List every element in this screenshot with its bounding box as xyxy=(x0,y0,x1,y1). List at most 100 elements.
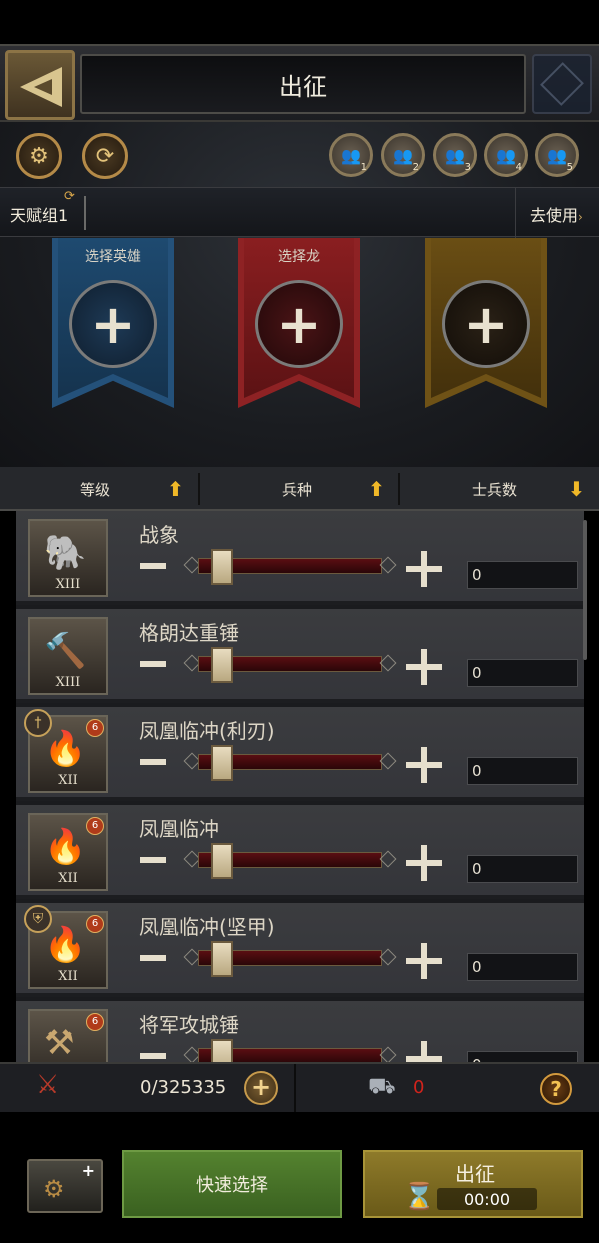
decrease-button[interactable] xyxy=(140,661,166,667)
decrease-button[interactable] xyxy=(140,1053,166,1059)
troop-portrait[interactable]: ⚒ 6 xyxy=(28,1009,108,1062)
troop-name: 凤凰临冲(利刃) xyxy=(139,719,275,743)
hero-banner[interactable]: 选择英雄 + xyxy=(52,238,174,408)
swap-button[interactable]: ⟳ xyxy=(82,133,128,179)
preset-slot-5[interactable]: 👥 5 xyxy=(535,133,579,177)
hammer-icon: 🔨 xyxy=(44,631,87,671)
troop-count-input[interactable]: 0 xyxy=(467,757,578,785)
use-talent-button[interactable]: 去使用› xyxy=(530,202,583,226)
march-label: 出征 xyxy=(455,1162,495,1186)
sort-bar: 等级 ⬆ 兵种 ⬆ 士兵数 ⬇ xyxy=(0,467,599,511)
sort-by-level[interactable]: 等级 xyxy=(80,467,110,511)
troop-portrait[interactable]: 🔥 6 XII xyxy=(28,813,108,891)
ornament-icon xyxy=(532,54,592,114)
group-icon: 👥 xyxy=(496,145,516,165)
cycle-icon[interactable]: ⟳ xyxy=(64,189,75,204)
sort-up-icon[interactable]: ⬆ xyxy=(167,477,184,501)
group-icon: 👥 xyxy=(547,145,567,165)
level-badge: 6 xyxy=(86,915,104,933)
decrease-button[interactable] xyxy=(140,857,166,863)
add-hero-icon: + xyxy=(69,280,157,368)
level-badge: 6 xyxy=(86,1013,104,1031)
talent-group-label[interactable]: 天赋组1 xyxy=(10,202,68,226)
quick-select-button[interactable]: 快速选择 xyxy=(122,1150,342,1218)
decrease-button[interactable] xyxy=(140,563,166,569)
troop-row: 🐘 XIII 战象 0 xyxy=(16,511,584,605)
troop-portrait[interactable]: 🔨 XIII xyxy=(28,617,108,695)
level-badge: 6 xyxy=(86,719,104,737)
sort-up-icon[interactable]: ⬆ xyxy=(368,477,385,501)
decrease-button[interactable] xyxy=(140,955,166,961)
refresh-icon: ⟳ xyxy=(95,143,115,169)
back-button[interactable] xyxy=(5,50,75,120)
slider-handle[interactable] xyxy=(211,941,233,977)
troop-row: ⚒ 6 将军攻城锤 0 xyxy=(16,1001,584,1062)
siege-cart-icon: ⛟ xyxy=(368,1074,396,1099)
troop-count-input[interactable]: 0 xyxy=(467,659,578,687)
dragon-banner[interactable]: 选择龙 + xyxy=(238,238,360,408)
troop-name: 凤凰临冲(坚甲) xyxy=(139,915,275,939)
increase-button[interactable] xyxy=(406,845,442,881)
siege-equipment-button[interactable]: ⚙ + xyxy=(27,1159,103,1213)
troop-row: 🔥 6 XII † 凤凰临冲(利刃) 0 xyxy=(16,707,584,801)
troop-count-input[interactable]: 0 xyxy=(467,1051,578,1062)
siege-cart-icon: ⚙ xyxy=(43,1175,65,1203)
preset-slot-3[interactable]: 👥 3 xyxy=(433,133,477,177)
divider xyxy=(515,188,516,238)
add-capacity-button[interactable]: + xyxy=(244,1071,278,1105)
troop-name: 将军攻城锤 xyxy=(139,1013,239,1037)
battering-ram-icon: ⚒ xyxy=(44,1023,75,1062)
slider-handle[interactable] xyxy=(211,549,233,585)
sort-by-count[interactable]: 士兵数 xyxy=(472,467,517,511)
plus-icon: + xyxy=(81,1161,95,1180)
troop-list[interactable]: 🐘 XIII 战象 0 🔨 XIII 格朗达重锤 0 🔥 6 XII † 凤凰临… xyxy=(16,511,584,1062)
phoenix-icon: 🔥 xyxy=(44,729,87,769)
level-badge: 6 xyxy=(86,817,104,835)
preset-slot-1[interactable]: 👥 1 xyxy=(329,133,373,177)
troop-count-input[interactable]: 0 xyxy=(467,855,578,883)
preset-slot-2[interactable]: 👥 2 xyxy=(381,133,425,177)
increase-button[interactable] xyxy=(406,1041,442,1062)
war-elephant-icon: 🐘 xyxy=(44,533,87,573)
phoenix-icon: 🔥 xyxy=(44,827,87,867)
shield-icon: ⛨ xyxy=(24,905,52,933)
decrease-button[interactable] xyxy=(140,759,166,765)
slider-handle[interactable] xyxy=(211,745,233,781)
increase-button[interactable] xyxy=(406,943,442,979)
page-title: 出征 xyxy=(80,54,526,114)
sort-by-type[interactable]: 兵种 xyxy=(282,467,312,511)
increase-button[interactable] xyxy=(406,551,442,587)
add-slot-icon: + xyxy=(442,280,530,368)
group-icon: 👥 xyxy=(445,145,465,165)
soldier-icon: ⚔ xyxy=(36,1070,60,1100)
troop-row: 🔥 6 XII ⛨ 凤凰临冲(坚甲) 0 xyxy=(16,903,584,997)
troop-row: 🔥 6 XII 凤凰临冲 0 xyxy=(16,805,584,899)
troop-count-input[interactable]: 0 xyxy=(467,561,578,589)
gear-icon: ⚙ xyxy=(29,143,49,169)
list-scrollbar[interactable] xyxy=(583,520,587,660)
slider-handle[interactable] xyxy=(211,647,233,683)
troop-name: 凤凰临冲 xyxy=(139,817,219,841)
sort-down-icon[interactable]: ⬇ xyxy=(568,477,585,501)
slider-handle[interactable] xyxy=(211,1039,233,1062)
troop-name: 战象 xyxy=(139,523,179,547)
header-bar: 出征 xyxy=(0,44,599,122)
increase-button[interactable] xyxy=(406,747,442,783)
help-button[interactable]: ? xyxy=(540,1073,572,1105)
slider-handle[interactable] xyxy=(211,843,233,879)
march-button[interactable]: 出征 ⌛ 00:00 xyxy=(363,1150,583,1218)
hero-banner-label: 选择英雄 xyxy=(85,249,141,265)
increase-button[interactable] xyxy=(406,649,442,685)
troop-portrait[interactable]: 🐘 XIII xyxy=(28,519,108,597)
troop-count-input[interactable]: 0 xyxy=(467,953,578,981)
action-area: ⚙ + 快速选择 出征 ⌛ 00:00 xyxy=(0,1112,599,1243)
extra-banner[interactable]: + xyxy=(425,238,547,408)
hourglass-icon: ⌛ xyxy=(403,1182,436,1212)
game-screen: 出征 ⚙ ⟳ 👥 1 👥 2 👥 3 👥 4 👥 5 天赋组1 ⟳ 去使用› 选… xyxy=(0,0,599,1243)
phoenix-icon: 🔥 xyxy=(44,925,87,965)
sword-icon: † xyxy=(24,709,52,737)
loss-count: 0 xyxy=(413,1077,425,1098)
chevron-right-icon: › xyxy=(578,210,583,224)
settings-button[interactable]: ⚙ xyxy=(16,133,62,179)
preset-slot-4[interactable]: 👥 4 xyxy=(484,133,528,177)
